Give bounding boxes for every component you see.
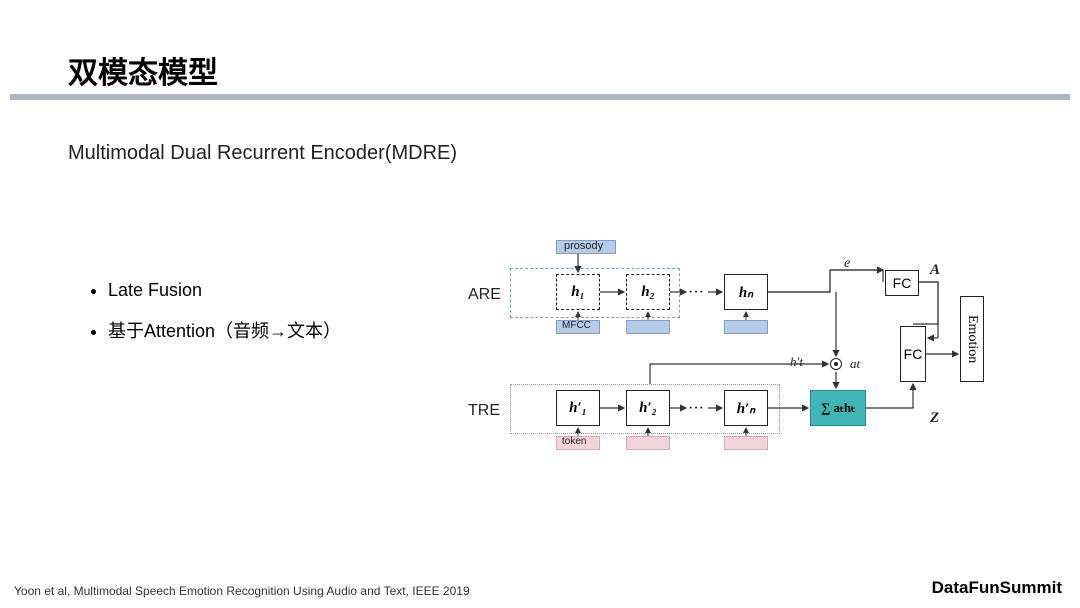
dot-circle	[830, 358, 842, 370]
token-bar-2	[626, 436, 670, 450]
are-node-hn: hₙ	[724, 274, 768, 310]
dots-tre: ···	[688, 400, 704, 418]
fc-box-2: FC	[900, 326, 926, 382]
at-label: at	[850, 356, 860, 372]
slide-subtitle: Multimodal Dual Recurrent Encoder(MDRE)	[68, 142, 457, 165]
bullet-list: Late Fusion 基于Attention（音频→文本）	[90, 280, 341, 359]
divider	[10, 94, 1070, 100]
mfcc-label: MFCC	[562, 320, 591, 331]
token-bar-3	[724, 436, 768, 450]
prosody-label: prosody	[564, 240, 603, 252]
mfcc-bar-3	[724, 320, 768, 334]
mfcc-bar-2	[626, 320, 670, 334]
edge-e-label: e	[844, 256, 850, 272]
slide-title: 双模态模型	[68, 48, 218, 92]
A-label: A	[930, 262, 940, 279]
are-node-h2: h₂	[626, 274, 670, 310]
Z-label: Z	[930, 410, 939, 427]
mdre-diagram: ARE prosody h₁ h₂ ··· hₙ MFCC TRE h′₁ h′…	[470, 230, 1050, 490]
tre-row-label: TRE	[468, 402, 500, 420]
list-item: 基于Attention（音频→文本）	[108, 317, 341, 343]
are-row-label: ARE	[468, 286, 501, 304]
fc-box-1: FC	[885, 270, 919, 296]
sum-box: ∑ aₜhₜ	[810, 390, 866, 426]
citation-text: Yoon et al, Multimodal Speech Emotion Re…	[14, 584, 470, 598]
are-node-h1: h₁	[556, 274, 600, 310]
ht-label: h′t	[790, 354, 803, 370]
tre-node-hn: h′ₙ	[724, 390, 768, 426]
dots-are: ···	[688, 284, 704, 302]
token-label: token	[562, 436, 586, 447]
emotion-box: Emotion	[960, 296, 984, 382]
tre-node-h1: h′₁	[556, 390, 600, 426]
brand-label: DataFunSummit	[932, 578, 1062, 598]
list-item: Late Fusion	[108, 280, 341, 301]
tre-node-h2: h′₂	[626, 390, 670, 426]
